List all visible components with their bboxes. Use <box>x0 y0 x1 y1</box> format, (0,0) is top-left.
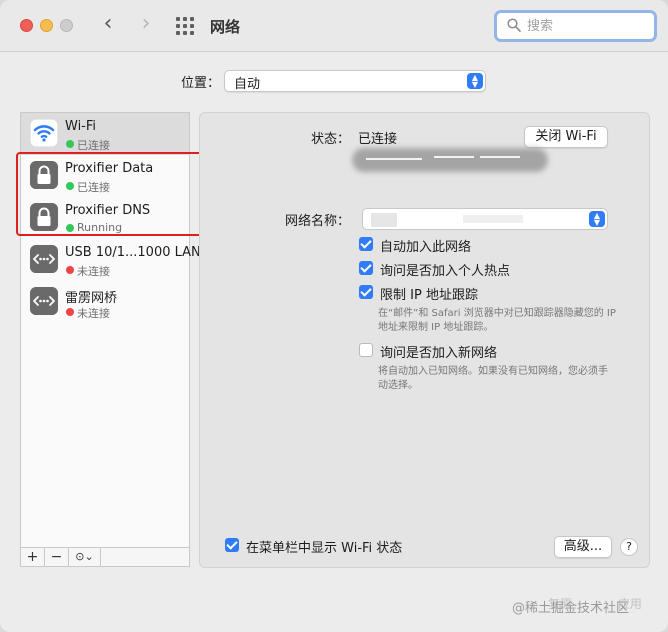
help-button[interactable]: ? <box>620 538 638 556</box>
window-title: 网络 <box>210 18 241 36</box>
ask-hotspot-label: 询问是否加入个人热点 <box>380 264 511 279</box>
add-service-button[interactable]: + <box>21 548 45 566</box>
show-in-menubar-label: 在菜单栏中显示 Wi-Fi 状态 <box>246 541 403 556</box>
redacted-network-name <box>463 215 523 223</box>
service-name: 雷雳网桥 <box>65 291 118 306</box>
service-status: 未连接 <box>77 307 110 320</box>
title-bar: ‹ › 网络 <box>0 0 668 52</box>
back-button[interactable]: ‹ <box>96 12 120 38</box>
remove-service-button[interactable]: − <box>45 548 69 566</box>
service-name: Wi-Fi <box>65 119 97 134</box>
zoom-window-button[interactable] <box>60 19 73 32</box>
search-field[interactable] <box>494 10 657 42</box>
limit-ip-label: 限制 IP 地址跟踪 <box>380 288 478 303</box>
network-name-label: 网络名称： <box>284 214 350 229</box>
ask-new-description-1: 将自动加入已知网络。如果没有已知网络，您必须手 <box>378 366 608 377</box>
status-dot <box>66 308 74 316</box>
auto-join-checkbox[interactable] <box>359 237 373 251</box>
ask-hotspot-checkbox[interactable] <box>359 261 373 275</box>
ethernet-icon <box>30 245 58 273</box>
service-status: 未连接 <box>77 265 110 278</box>
auto-join-label: 自动加入此网络 <box>380 240 472 255</box>
ethernet-icon <box>30 287 58 315</box>
service-item-thunderbolt-bridge[interactable]: 雷雳网桥 未连接 <box>21 281 189 323</box>
network-preferences-window: ‹ › 网络 位置： 自动 ▲▼ Wi-Fi <box>0 0 668 632</box>
close-window-button[interactable] <box>20 19 33 32</box>
limit-ip-description-2: 地址来限制 IP 地址跟踪。 <box>378 322 494 333</box>
location-value: 自动 <box>234 77 261 92</box>
location-select[interactable]: 自动 ▲ ▼ <box>224 70 486 92</box>
location-label: 位置： <box>181 76 221 91</box>
redaction-line <box>434 156 474 158</box>
limit-ip-checkbox[interactable] <box>359 285 373 299</box>
status-value: 已连接 <box>358 132 398 147</box>
ask-new-network-checkbox[interactable] <box>359 343 373 357</box>
turn-off-wifi-button[interactable]: 关闭 Wi-Fi <box>524 126 608 148</box>
popup-stepper-icon: ▲ ▼ <box>467 73 483 89</box>
advanced-button[interactable]: 高级... <box>554 536 612 558</box>
redaction-line <box>480 156 520 158</box>
action-menu-button[interactable]: ⊙⌄ <box>69 548 101 566</box>
redacted-status-detail <box>352 148 548 172</box>
show-in-menubar-checkbox[interactable] <box>225 538 239 552</box>
service-item-wifi[interactable]: Wi-Fi 已连接 <box>21 113 189 155</box>
watermark-text: @稀土掘金技术社区 <box>512 601 630 616</box>
ask-new-description-2: 动选择。 <box>378 380 418 391</box>
forward-button[interactable]: › <box>134 12 158 38</box>
redaction-line <box>366 158 422 160</box>
redacted-network-name <box>371 213 397 227</box>
status-label: 状态： <box>310 132 350 147</box>
detail-panel <box>199 112 650 568</box>
search-icon <box>507 18 521 32</box>
status-dot <box>66 140 74 148</box>
service-list-toolbar: + − ⊙⌄ <box>20 547 190 567</box>
service-status: 已连接 <box>77 139 110 152</box>
minimize-window-button[interactable] <box>40 19 53 32</box>
popup-stepper-icon: ▲ ▼ <box>589 211 605 227</box>
wifi-icon <box>30 119 58 147</box>
search-input[interactable] <box>527 16 647 36</box>
service-name: USB 10/1...1000 LAN <box>65 245 201 260</box>
ask-new-network-label: 询问是否加入新网络 <box>380 346 498 361</box>
limit-ip-description-1: 在“邮件”和 Safari 浏览器中对已知跟踪器隐藏您的 IP <box>378 308 616 319</box>
show-all-grid-icon[interactable] <box>176 17 194 35</box>
network-name-select[interactable]: ▲ ▼ <box>362 208 608 230</box>
service-item-usb-lan[interactable]: USB 10/1...1000 LAN 未连接 <box>21 239 201 281</box>
status-dot <box>66 266 74 274</box>
